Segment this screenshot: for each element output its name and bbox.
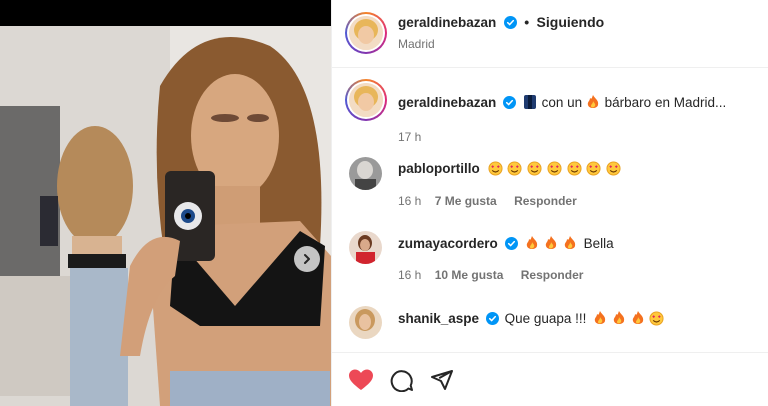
post-media[interactable] xyxy=(0,0,331,406)
caption-row: geraldinebazan con un bárbaro en Madrid.… xyxy=(332,79,768,149)
reply-button[interactable]: Responder xyxy=(514,194,577,208)
chevron-right-icon xyxy=(304,254,310,264)
dot-separator: • xyxy=(524,14,530,30)
caption-author-username[interactable]: geraldinebazan xyxy=(398,95,496,110)
verified-badge-icon xyxy=(504,237,518,250)
verified-badge-icon xyxy=(503,96,517,109)
following-button[interactable]: Siguiendo xyxy=(537,14,605,30)
like-button[interactable] xyxy=(347,366,375,394)
comment-button[interactable] xyxy=(388,366,416,394)
caption-time[interactable]: 17 h xyxy=(398,130,421,144)
commenter-avatar[interactable] xyxy=(349,157,382,190)
comment-row: pabloportillo 16 h 7 Me gusta Responder xyxy=(332,157,768,217)
commenter-username[interactable]: pabloportillo xyxy=(398,161,480,176)
post-actions-bar xyxy=(332,352,768,406)
post-header: geraldinebazan • Siguiendo Madrid xyxy=(332,0,768,68)
verified-badge-icon xyxy=(485,312,499,325)
post-details-panel: geraldinebazan • Siguiendo Madrid gerald… xyxy=(331,0,768,406)
fire-emoji-icon xyxy=(525,236,581,251)
comment-text: Bella xyxy=(583,236,614,251)
fire-emoji-icon xyxy=(587,95,599,108)
spain-flag-emoji-icon xyxy=(523,95,536,109)
post-photo xyxy=(0,26,331,406)
heart-filled-icon xyxy=(349,369,373,390)
author-username[interactable]: geraldinebazan xyxy=(398,15,496,30)
caption-text-before: con un xyxy=(541,95,583,110)
share-button[interactable] xyxy=(428,366,456,394)
comment-likes[interactable]: 7 Me gusta xyxy=(435,194,497,208)
comments-list[interactable]: geraldinebazan con un bárbaro en Madrid.… xyxy=(332,69,768,352)
heart-eyes-emoji-icon xyxy=(649,311,664,326)
commenter-avatar[interactable] xyxy=(349,231,382,264)
author-avatar[interactable] xyxy=(345,12,387,54)
comment-text: Que guapa !!! xyxy=(504,311,587,326)
heart-eyes-emoji-icon xyxy=(487,161,623,176)
commenter-username[interactable]: zumayacordero xyxy=(398,236,498,251)
comment-bubble-icon xyxy=(390,370,413,392)
comment-time[interactable]: 16 h xyxy=(398,268,421,282)
next-photo-button[interactable] xyxy=(294,246,320,272)
commenter-username[interactable]: shanik_aspe xyxy=(398,311,479,326)
paper-plane-icon xyxy=(431,370,453,390)
comment-likes[interactable]: 10 Me gusta xyxy=(435,268,504,282)
comment-time[interactable]: 16 h xyxy=(398,194,421,208)
media-topbar xyxy=(0,0,331,26)
caption-text-after: bárbaro en Madrid... xyxy=(604,95,727,110)
comment-row: zumayacordero Bella 16 h 10 Me gusta Res… xyxy=(332,231,768,291)
commenter-avatar[interactable] xyxy=(349,306,382,339)
post-location[interactable]: Madrid xyxy=(398,37,435,51)
reply-button[interactable]: Responder xyxy=(521,268,584,282)
fire-emoji-icon xyxy=(593,311,649,326)
comment-row: shanik_aspe Que guapa !!! xyxy=(332,306,768,352)
verified-badge-icon xyxy=(503,16,517,29)
caption-author-avatar[interactable] xyxy=(345,79,387,121)
